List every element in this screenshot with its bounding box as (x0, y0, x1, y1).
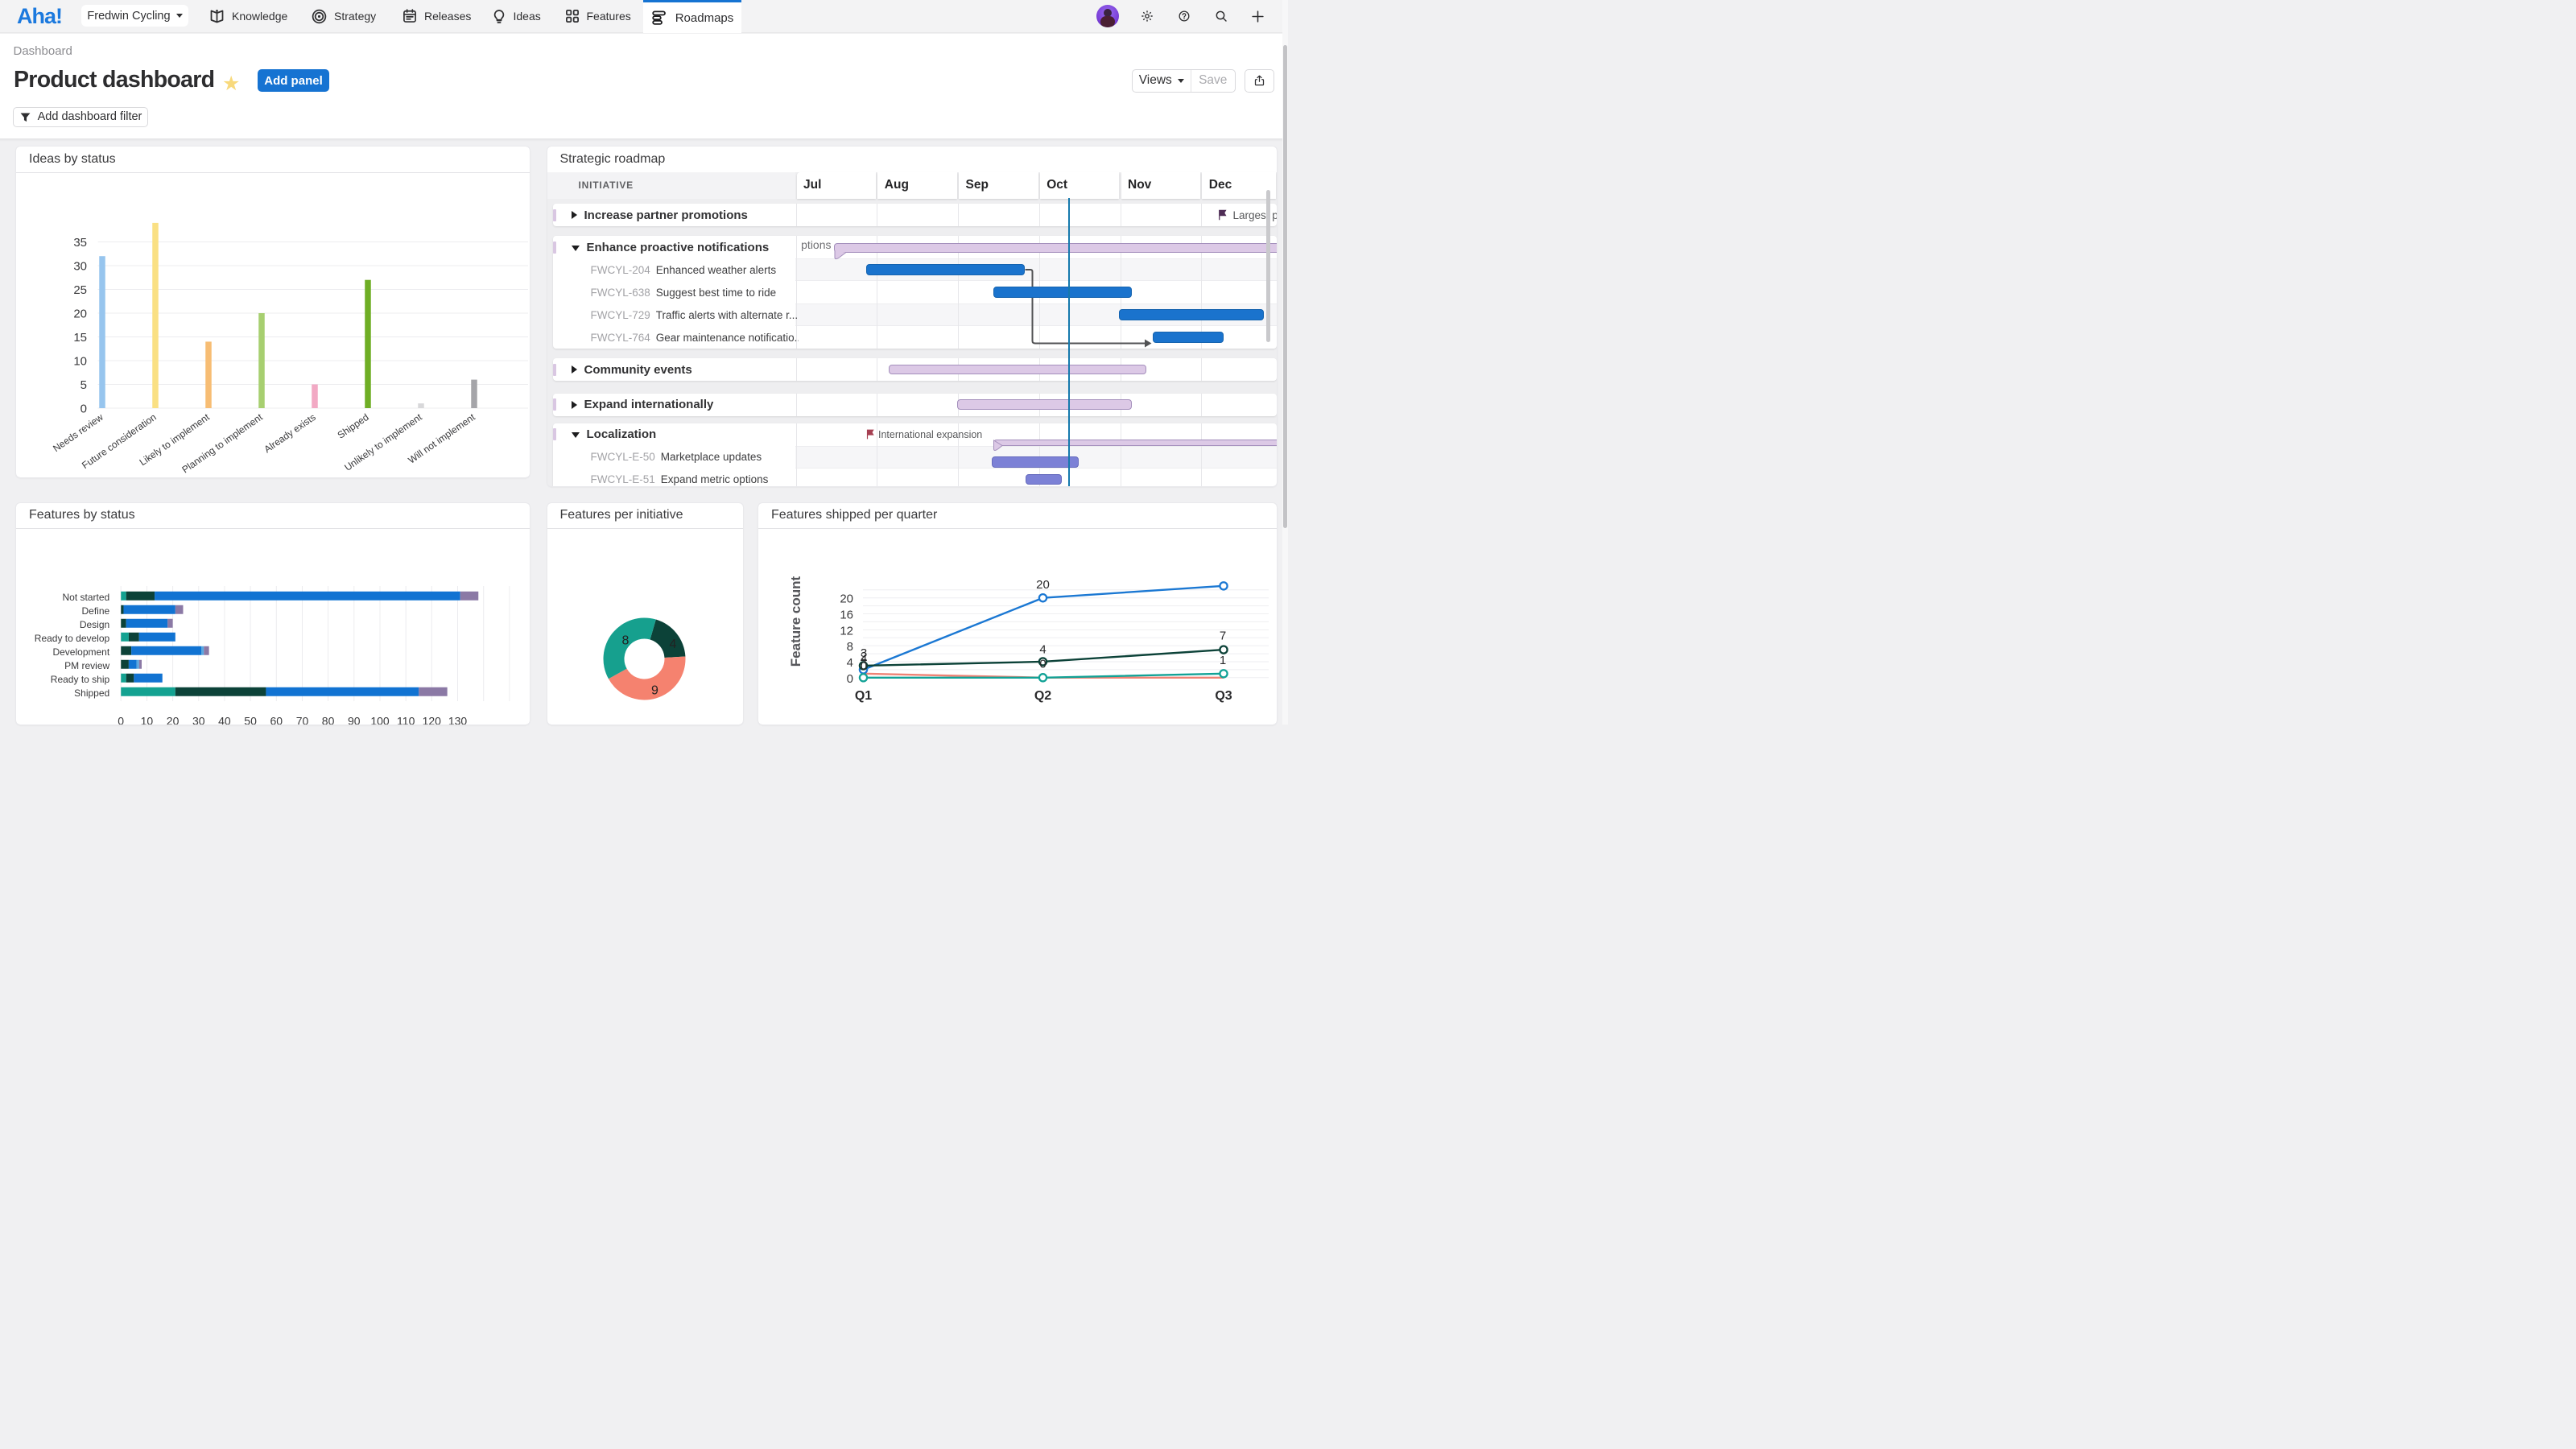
svg-text:Feature count: Feature count (788, 576, 803, 667)
svg-text:20: 20 (167, 714, 180, 724)
svg-text:Design: Design (80, 618, 109, 630)
svg-text:12: 12 (840, 624, 853, 638)
svg-text:20: 20 (73, 308, 87, 321)
svg-text:30: 30 (192, 714, 205, 724)
svg-text:Needs review: Needs review (51, 411, 105, 454)
svg-text:8: 8 (847, 640, 853, 654)
svg-text:Shipped: Shipped (336, 411, 371, 441)
svg-text:7: 7 (1220, 629, 1226, 642)
svg-text:110: 110 (397, 714, 415, 724)
svg-text:120: 120 (423, 714, 442, 724)
svg-text:70: 70 (296, 714, 309, 724)
svg-text:Not started: Not started (62, 591, 109, 602)
svg-text:5: 5 (80, 378, 87, 392)
svg-text:35: 35 (73, 236, 87, 250)
svg-text:8: 8 (621, 634, 629, 647)
svg-text:4: 4 (1039, 642, 1046, 656)
svg-text:60: 60 (270, 714, 283, 724)
svg-text:10: 10 (141, 714, 154, 724)
svg-text:25: 25 (73, 283, 87, 297)
svg-text:20: 20 (840, 592, 853, 605)
svg-text:Q2: Q2 (1034, 689, 1051, 703)
svg-text:0: 0 (1039, 657, 1046, 671)
svg-text:9: 9 (651, 683, 658, 697)
svg-text:130: 130 (448, 714, 468, 724)
svg-text:50: 50 (244, 714, 257, 724)
svg-text:Define: Define (82, 605, 110, 616)
svg-text:40: 40 (218, 714, 231, 724)
svg-text:0: 0 (861, 659, 867, 673)
svg-text:0: 0 (847, 671, 853, 685)
svg-text:Shipped: Shipped (74, 687, 109, 698)
svg-text:PM review: PM review (64, 659, 109, 671)
svg-text:Q3: Q3 (1215, 689, 1232, 703)
svg-text:10: 10 (73, 355, 87, 369)
svg-text:30: 30 (73, 260, 87, 274)
svg-text:Development: Development (52, 646, 109, 657)
svg-text:Ready to ship: Ready to ship (51, 673, 110, 684)
svg-text:15: 15 (73, 331, 87, 345)
svg-text:80: 80 (322, 714, 335, 724)
svg-text:0: 0 (80, 402, 87, 416)
svg-text:0: 0 (118, 714, 124, 724)
svg-text:90: 90 (348, 714, 361, 724)
svg-text:1: 1 (1220, 654, 1226, 667)
svg-text:16: 16 (840, 608, 853, 621)
svg-text:20: 20 (1036, 578, 1050, 592)
svg-text:100: 100 (370, 714, 390, 724)
svg-text:4: 4 (669, 638, 676, 651)
svg-text:Ready to develop: Ready to develop (35, 632, 110, 643)
svg-text:Already exists: Already exists (262, 411, 317, 455)
svg-text:4: 4 (847, 655, 853, 669)
svg-text:Q1: Q1 (855, 689, 872, 703)
